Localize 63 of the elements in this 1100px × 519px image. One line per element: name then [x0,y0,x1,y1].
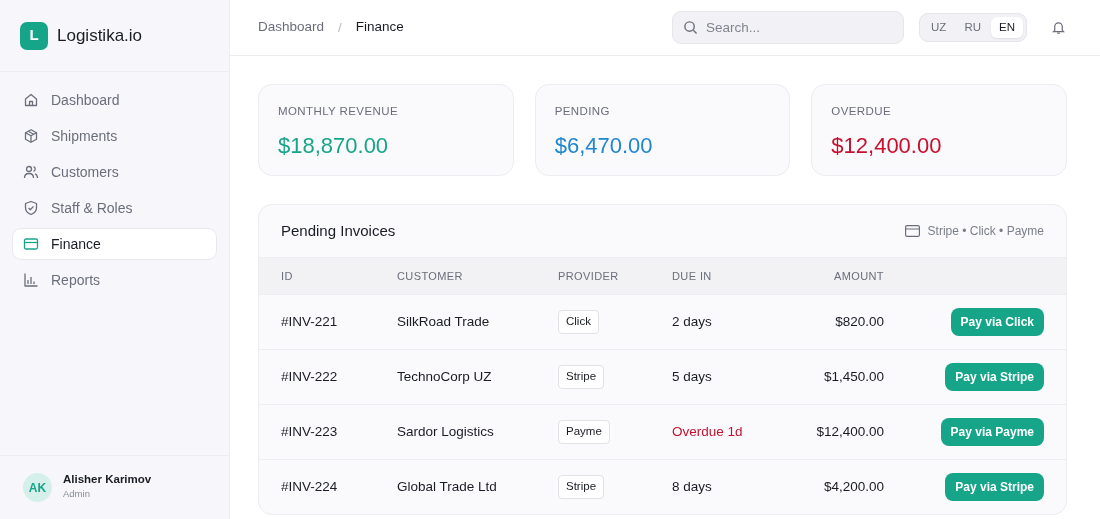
invoice-id: #INV-224 [281,477,339,496]
card-title: Pending Invoices [281,220,396,241]
due-date: 2 days [672,312,713,331]
amount: $1,450.00 [822,367,884,386]
home-icon [23,92,39,108]
user-avatar: AK [23,473,52,502]
sidebar-item[interactable]: Dashboard [12,84,217,116]
provider-tag: Click [558,310,599,334]
stat-value: $12,400.00 [831,132,943,161]
providers-note: Stripe • Click • Payme [927,223,1044,240]
pay-button[interactable]: Pay via Payme [940,418,1044,446]
sidebar-item[interactable]: Staff & Roles [12,192,217,224]
column-header: AMOUNT [832,268,884,284]
amount: $4,200.00 [822,477,884,496]
stat-label: MONTHLY REVENUE [278,104,399,119]
user-role: Admin [63,487,91,502]
customer-name: Global Trade Ltd [397,477,498,496]
stat-value: $18,870.00 [278,132,390,161]
sidebar-item[interactable]: Reports [12,264,217,296]
breadcrumb-item: Finance [355,18,404,37]
pay-button[interactable]: Pay via Click [950,308,1044,336]
users-icon [23,164,39,180]
pay-button[interactable]: Pay via Stripe [945,363,1044,391]
stat-value: $6,470.00 [554,132,654,161]
user-name: Alisher Karimov [63,473,152,488]
provider-tag: Stripe [558,475,605,499]
sidebar-item[interactable]: Finance [12,228,217,260]
sidebar-item[interactable]: Customers [12,156,217,188]
credit-card-icon [23,236,39,252]
search-field[interactable]: Search... [672,11,905,44]
customer-name: TechnoCorp UZ [397,367,493,386]
language-option[interactable]: EN [991,17,1023,38]
breadcrumb-item[interactable]: Dashboard [258,17,325,38]
stat-label: OVERDUE [831,104,892,119]
due-date: 5 days [672,367,713,386]
due-date: Overdue 1d [672,422,744,441]
stat-label: PENDING [554,104,611,119]
shield-icon [23,200,39,216]
column-header: PROVIDER [558,268,620,284]
logo-icon: L [20,21,48,50]
customer-name: Sardor Logistics [397,422,495,441]
credit-card-icon [904,225,920,237]
customer-name: SilkRoad Trade [397,312,491,331]
bar-chart-icon [23,272,39,288]
invoice-id: #INV-222 [281,367,339,386]
column-header: CUSTOMER [397,268,464,284]
box-icon [23,128,39,144]
invoice-id: #INV-223 [281,422,339,441]
amount: $12,400.00 [815,422,884,441]
provider-tag: Stripe [558,365,605,389]
invoice-id: #INV-221 [281,312,339,331]
due-date: 8 days [672,477,713,496]
column-header: ID [281,268,294,284]
breadcrumb-separator: / [338,18,342,37]
language-option[interactable]: RU [956,17,989,38]
language-option[interactable]: UZ [923,17,955,38]
sidebar-item[interactable]: Shipments [12,120,217,152]
pay-button[interactable]: Pay via Stripe [945,473,1044,501]
amount: $820.00 [834,312,884,331]
column-header: DUE IN [672,268,713,284]
provider-tag: Payme [558,420,610,444]
bell-icon [1051,20,1066,35]
brand-name: Logistika.io [57,24,143,47]
